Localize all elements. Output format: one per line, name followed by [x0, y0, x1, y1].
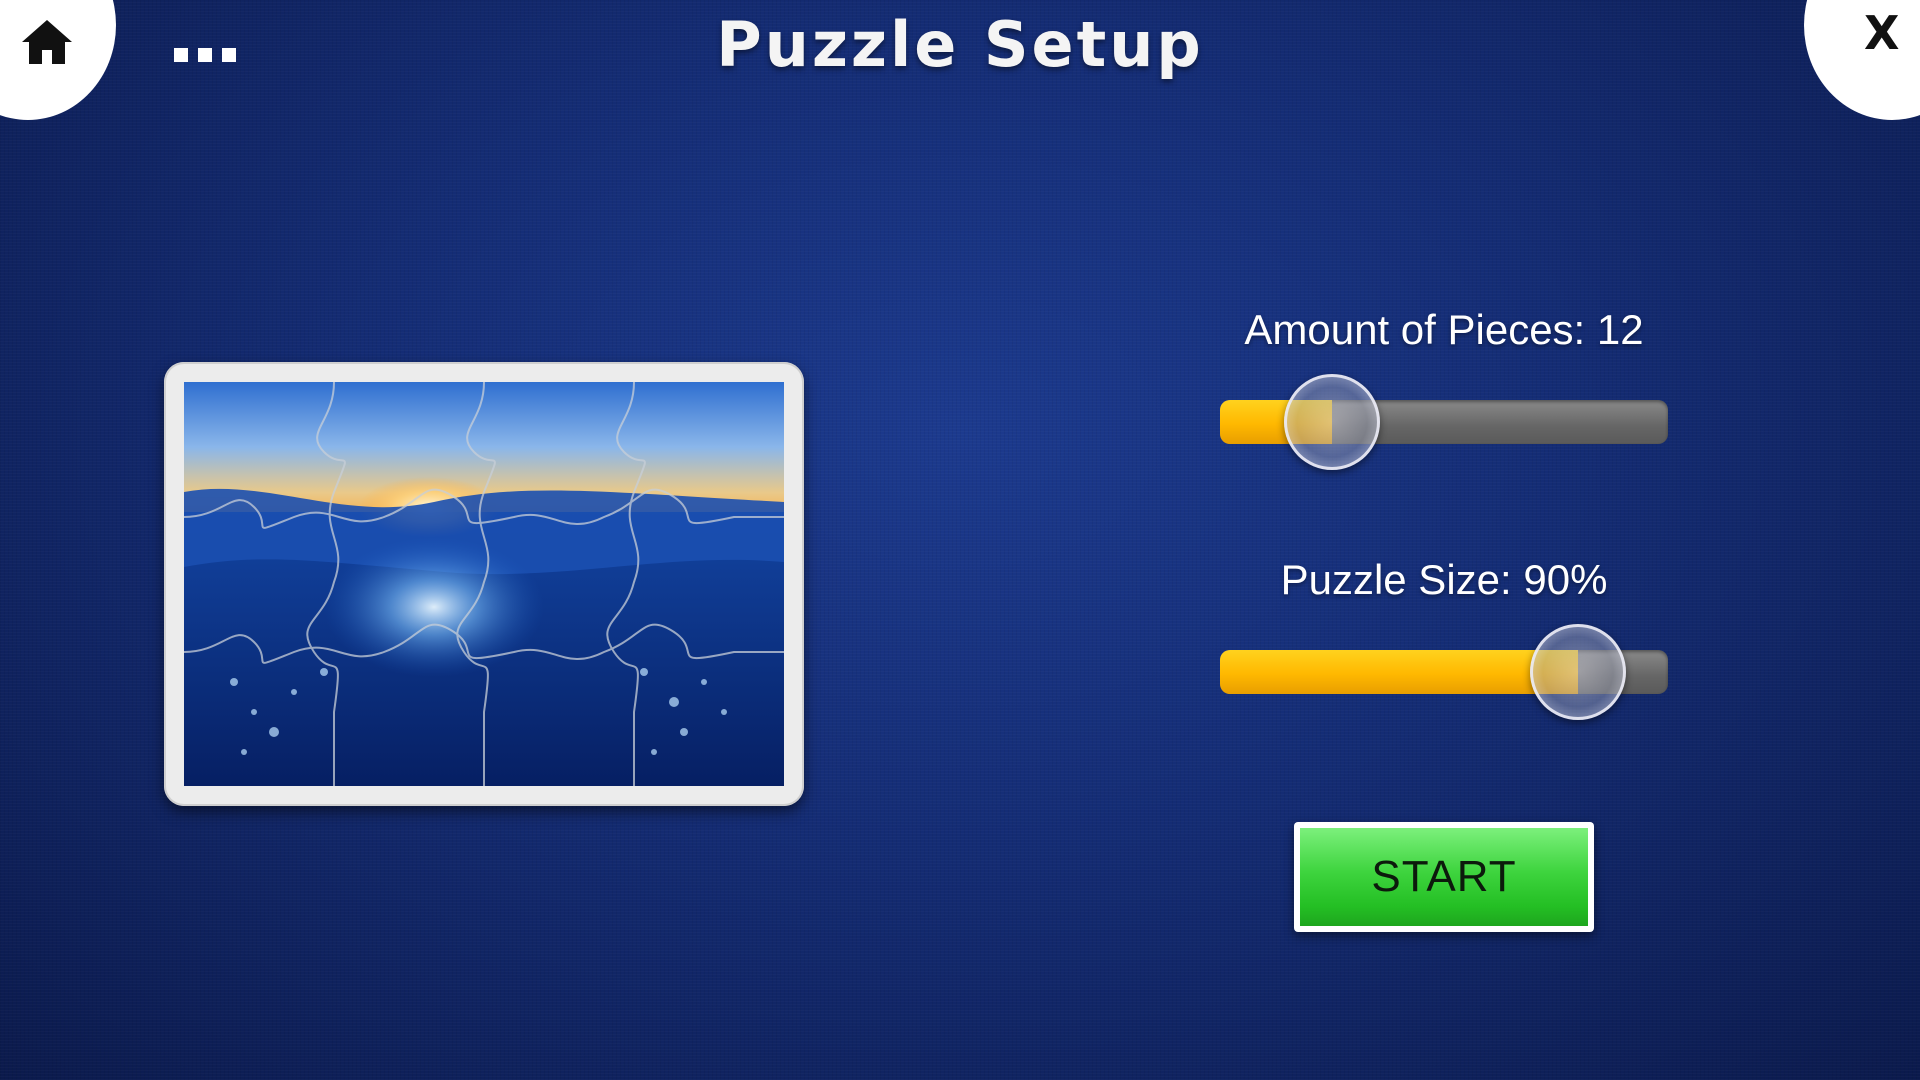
- pieces-slider-thumb[interactable]: [1284, 374, 1380, 470]
- start-button-label: START: [1300, 828, 1588, 926]
- size-slider-fill: [1220, 650, 1579, 694]
- size-label: Puzzle Size: 90%: [1280, 556, 1608, 603]
- page-title: Puzzle Setup: [716, 8, 1204, 81]
- close-button[interactable]: X: [1804, 0, 1920, 120]
- pieces-slider[interactable]: [1220, 374, 1668, 470]
- puzzle-preview-image: [184, 382, 784, 786]
- pieces-label: Amount of Pieces: 12: [1244, 306, 1644, 353]
- close-icon: X: [1864, 6, 1900, 60]
- size-slider-thumb[interactable]: [1530, 624, 1627, 720]
- size-slider[interactable]: [1220, 624, 1668, 720]
- start-button[interactable]: START: [1294, 822, 1594, 932]
- puzzle-preview-frame: [164, 362, 804, 806]
